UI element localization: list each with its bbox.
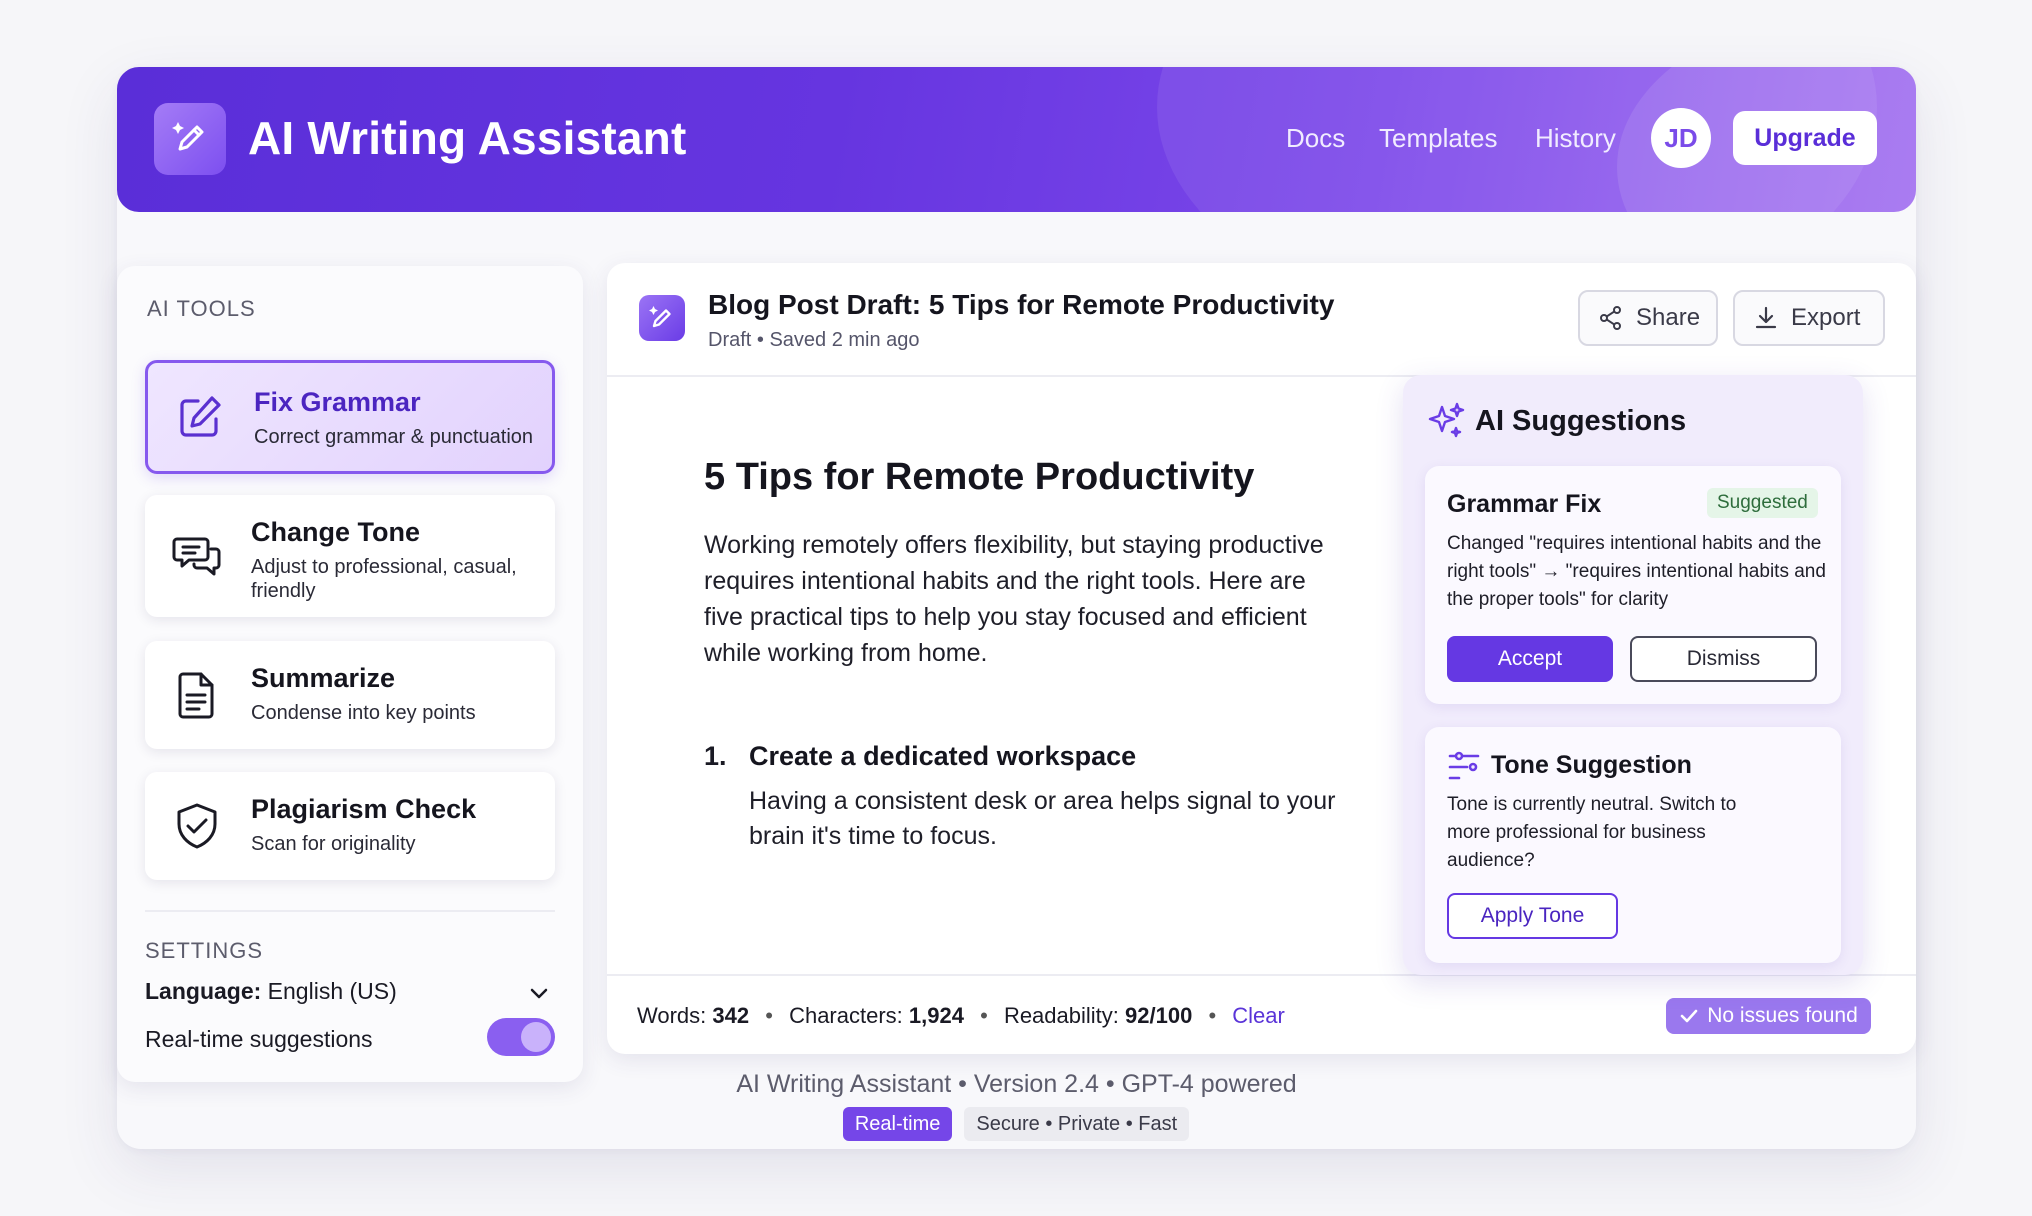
suggested-badge: Suggested (1707, 488, 1818, 518)
tone-suggestion-title: Tone Suggestion (1491, 751, 1692, 779)
dismiss-button[interactable]: Dismiss (1630, 636, 1817, 682)
words-label: Words: (637, 1003, 707, 1028)
download-icon (1755, 306, 1777, 329)
toggle-knob (521, 1022, 551, 1052)
tone-adjust-icon (1448, 751, 1480, 780)
chevron-down-icon (530, 988, 548, 999)
upgrade-button[interactable]: Upgrade (1733, 111, 1877, 165)
chars-label: Characters: (789, 1003, 903, 1028)
tool-fix-grammar[interactable]: Fix Grammar Correct grammar & punctuatio… (145, 360, 555, 474)
tool-name: Plagiarism Check (251, 794, 477, 824)
tone-suggestion-text: Tone is currently neutral. Switch to mor… (1447, 794, 1737, 871)
document-icon (178, 672, 214, 719)
document-title: Blog Post Draft: 5 Tips for Remote Produ… (708, 289, 1335, 320)
app-header: AI Writing Assistant Docs Templates Hist… (117, 67, 1916, 212)
grammar-fix-text: Changed "requires intentional habits and… (1447, 533, 1826, 610)
tool-change-tone[interactable]: Change Tone Adjust to professional, casu… (145, 495, 555, 617)
status-badge: No issues found (1666, 998, 1871, 1034)
tool-name: Fix Grammar (254, 387, 421, 417)
share-button[interactable]: Share (1578, 290, 1718, 346)
nav-history[interactable]: History (1535, 123, 1616, 154)
clear-link[interactable]: Clear (1232, 1003, 1285, 1028)
status-text: No issues found (1707, 1004, 1858, 1027)
content-heading[interactable]: 5 Tips for Remote Productivity (704, 456, 1254, 499)
apply-tone-button[interactable]: Apply Tone (1447, 893, 1618, 939)
chat-bubbles-icon (172, 537, 221, 576)
tool-summarize[interactable]: Summarize Condense into key points (145, 641, 555, 749)
check-icon (1680, 1009, 1698, 1023)
tool-desc: Scan for originality (251, 833, 416, 855)
ai-tools-label: AI TOOLS (147, 296, 256, 321)
app-footer-line: AI Writing Assistant • Version 2.4 • GPT… (736, 1070, 1297, 1098)
tool-name: Change Tone (251, 517, 421, 547)
document-meta: Draft • Saved 2 min ago (708, 329, 920, 351)
grammar-fix-title: Grammar Fix (1447, 490, 1602, 518)
chars-count: 1,924 (908, 1003, 964, 1028)
app-logo-icon (154, 103, 226, 175)
export-button[interactable]: Export (1733, 290, 1885, 346)
tool-name: Summarize (251, 663, 396, 693)
accept-button[interactable]: Accept (1447, 636, 1613, 682)
tool-desc: Condense into key points (251, 702, 476, 724)
readability-score: 92/100 (1125, 1003, 1193, 1028)
words-count: 342 (712, 1003, 750, 1028)
suggestions-title: AI Suggestions (1475, 405, 1687, 437)
document-stats: Words: 342 • Characters: 1,924 • Readabi… (637, 1003, 1285, 1028)
readability-label: Readability: (1003, 1003, 1119, 1028)
share-icon (1600, 306, 1621, 330)
tool-desc: Correct grammar & punctuation (254, 426, 534, 448)
edit-icon (180, 396, 221, 437)
document-edit-icon (639, 295, 685, 341)
sidebar-divider (145, 910, 555, 912)
nav-docs[interactable]: Docs (1286, 123, 1345, 154)
content-intro[interactable]: Working remotely offers flexibility, but… (704, 527, 1344, 671)
settings-label: SETTINGS (145, 938, 264, 963)
app-title: AI Writing Assistant (248, 112, 687, 164)
sparkle-icon (1428, 402, 1465, 438)
footer-tags: Real-time Secure • Private • Fast (0, 1107, 2032, 1141)
grammar-fix-card: Grammar Fix Suggested Changed "requires … (1425, 466, 1841, 704)
tool-desc: Adjust to professional, casual, friendly (251, 556, 517, 602)
list-number: 1. (704, 741, 727, 771)
share-label: Share (1636, 304, 1701, 331)
language-select[interactable]: Language: English (US) (145, 978, 555, 1012)
realtime-toggle[interactable] (487, 1018, 555, 1056)
shield-check-icon (177, 803, 217, 849)
ai-suggestions-panel: AI Suggestions Grammar Fix Suggested Cha… (1403, 375, 1863, 975)
list-item-title[interactable]: Create a dedicated workspace (749, 741, 1136, 772)
realtime-tag: Real-time (842, 1107, 953, 1141)
list-item-text[interactable]: Having a consistent desk or area helps s… (749, 784, 1349, 854)
language-value: English (US) (267, 978, 397, 1004)
language-label: Language: (145, 978, 262, 1004)
secure-tag: Secure • Private • Fast (964, 1107, 1190, 1141)
export-label: Export (1791, 304, 1861, 331)
tone-suggestion-card: Tone Suggestion Tone is currently neutra… (1425, 727, 1841, 963)
sidebar: AI TOOLS Fix Grammar Correct grammar & p… (117, 266, 583, 1082)
tool-plagiarism-check[interactable]: Plagiarism Check Scan for originality (145, 772, 555, 880)
user-avatar[interactable]: JD (1651, 108, 1711, 168)
nav-templates[interactable]: Templates (1379, 123, 1498, 154)
